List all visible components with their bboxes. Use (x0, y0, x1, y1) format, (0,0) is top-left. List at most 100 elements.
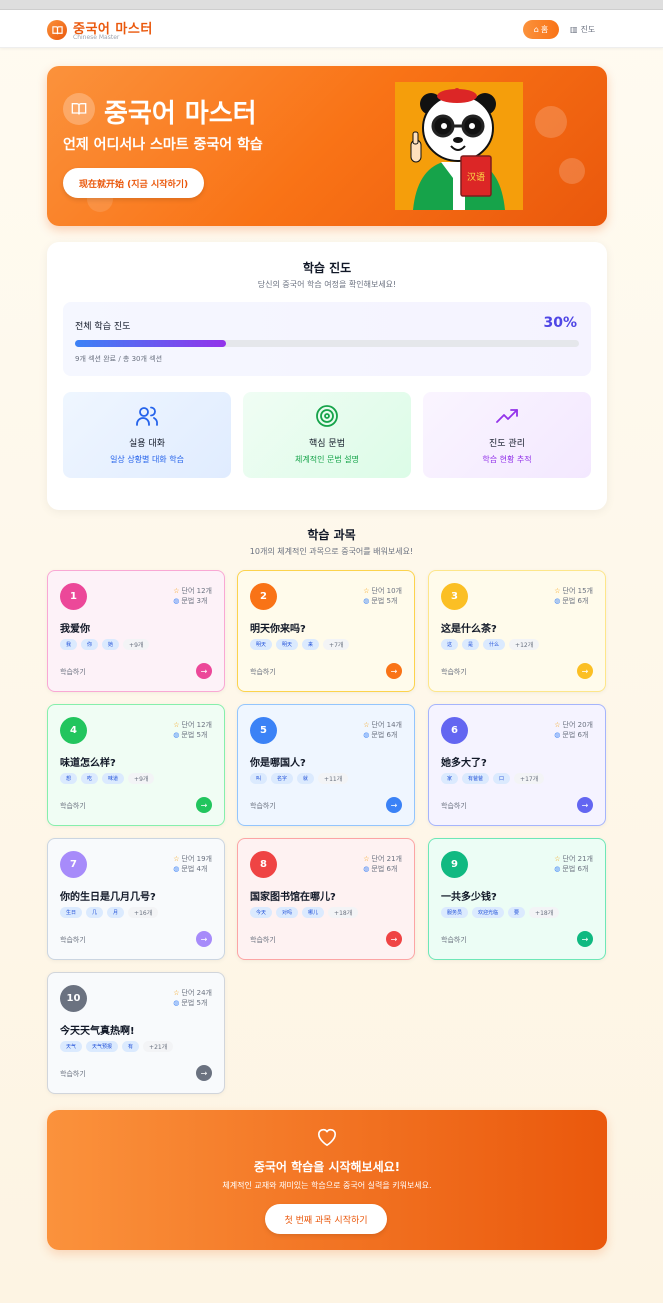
arrow-right-icon[interactable]: → (196, 1065, 212, 1081)
vocab-tag: 哪儿 (302, 907, 325, 918)
nav-progress-button[interactable]: ▥ 진도 (570, 20, 595, 39)
vocab-tag: 就 (297, 773, 315, 784)
course-card[interactable]: 1 ☆ 단어 12개 ◍ 문법 3개 我爱你 我 你 她 +9개 학습하기 → (47, 570, 225, 692)
vocab-tags: 天气 天气预报 有 +21개 (60, 1041, 174, 1052)
grammar-count: 문법 5개 (371, 597, 398, 605)
course-number-badge: 6 (441, 717, 468, 744)
course-number-badge: 5 (250, 717, 277, 744)
vocab-tag: 欢迎光临 (472, 907, 505, 918)
course-card[interactable]: 2 ☆ 단어 10개 ◍ 문법 5개 明天你来吗? 明天 明天 来 +7개 학습하기… (237, 570, 415, 692)
course-number: 1 (70, 591, 77, 602)
globe-icon: ◍ (554, 865, 561, 873)
arrow-right-icon[interactable]: → (577, 931, 593, 947)
vocab-tag: 明天 (250, 639, 273, 650)
course-title: 国家图书馆在哪儿? (250, 892, 336, 903)
arrow-right-icon[interactable]: → (196, 931, 212, 947)
vocab-tag: 有 (122, 1041, 140, 1052)
course-card[interactable]: 9 ☆ 단어 21개 ◍ 문법 6개 一共多少钱? 服务员 欢迎光临 要 +18개 … (428, 838, 606, 960)
progress-title: 학습 진도 (302, 261, 352, 275)
progress-subtitle: 당신의 중국어 학습 여정을 확인해보세요! (257, 280, 397, 289)
arrow-right-icon[interactable]: → (577, 797, 593, 813)
star-icon: ☆ (554, 721, 561, 729)
vocab-tag: 你 (81, 639, 99, 650)
vocab-tag: 今天 (250, 907, 273, 918)
arrow-right-icon[interactable]: → (196, 797, 212, 813)
arrow-right-icon[interactable]: → (196, 663, 212, 679)
study-label: 학습하기 (441, 668, 467, 676)
nav-home-button[interactable]: ⌂ 홈 (523, 20, 559, 39)
star-icon: ☆ (554, 855, 561, 863)
course-card[interactable]: 6 ☆ 단어 20개 ◍ 문법 6개 她多大了? 家 有爸爸 口 +17개 학습하기… (428, 704, 606, 826)
vocab-tag: 天气预报 (86, 1041, 119, 1052)
more-tag-count: +17개 (514, 773, 545, 784)
study-label: 학습하기 (441, 802, 467, 810)
grammar-count: 문법 3개 (181, 597, 208, 605)
course-stats: ☆ 단어 14개 ◍ 문법 6개 (363, 720, 402, 740)
course-card[interactable]: 5 ☆ 단어 14개 ◍ 문법 6개 你是哪国人? 叫 名字 就 +11개 학습하기… (237, 704, 415, 826)
feature-conversation: 실용 대화 일상 상황별 대화 학습 (63, 392, 231, 478)
feature-title: 실용 대화 (129, 439, 165, 449)
course-number: 10 (66, 993, 81, 1004)
start-first-course-button[interactable]: 첫 번째 과목 시작하기 (265, 1204, 387, 1234)
star-icon: ☆ (173, 587, 180, 595)
study-label: 학습하기 (441, 936, 467, 944)
study-label: 학습하기 (250, 668, 276, 676)
nav-progress-label: 진도 (580, 25, 596, 34)
bar-chart-icon: ▥ (570, 25, 578, 34)
course-stats: ☆ 단어 12개 ◍ 문법 5개 (173, 720, 212, 740)
progress-detail: 9개 섹션 완료 / 총 30개 섹션 (75, 355, 163, 363)
course-card[interactable]: 8 ☆ 단어 21개 ◍ 문법 6개 国家图书馆在哪儿? 今天 对吗 哪儿 +18개… (237, 838, 415, 960)
top-nav: 중국어 마스터 Chinese Master ⌂ 홈 ▥ 진도 (0, 10, 663, 48)
course-stats: ☆ 단어 24개 ◍ 문법 5개 (173, 988, 212, 1008)
course-card[interactable]: 10 ☆ 단어 24개 ◍ 문법 5개 今天天气真热啊! 天气 天气预报 有 +21… (47, 972, 225, 1094)
browser-chrome (0, 0, 663, 10)
arrow-right-icon[interactable]: → (386, 797, 402, 813)
course-number: 7 (70, 859, 77, 870)
home-icon: ⌂ (533, 25, 539, 34)
grammar-count: 문법 6개 (371, 731, 398, 739)
vocab-tag: 是 (462, 639, 480, 650)
star-icon: ☆ (363, 587, 370, 595)
star-icon: ☆ (173, 855, 180, 863)
more-tag-count: +9개 (128, 773, 155, 784)
globe-icon: ◍ (554, 731, 561, 739)
grammar-count: 문법 5개 (181, 731, 208, 739)
start-now-button[interactable]: 现在就开始 (지금 시작하기) (63, 168, 205, 198)
course-card[interactable]: 3 ☆ 단어 15개 ◍ 문법 6개 这是什么茶? 这 是 什么 +12개 학습하기… (428, 570, 606, 692)
vocab-tag: 明天 (276, 639, 299, 650)
vocab-tag: 什么 (483, 639, 506, 650)
star-icon: ☆ (363, 855, 370, 863)
vocab-tags: 想 吃 味道 +9개 (60, 773, 155, 784)
hero-subtitle: 언제 어디서나 스마트 중국어 학습 (63, 137, 263, 153)
course-stats: ☆ 단어 19개 ◍ 문법 4개 (173, 854, 212, 874)
vocab-tag: 吃 (81, 773, 99, 784)
study-label: 학습하기 (60, 802, 86, 810)
course-card[interactable]: 4 ☆ 단어 12개 ◍ 문법 5개 味道怎么样? 想 吃 味道 +9개 학습하기 … (47, 704, 225, 826)
more-tag-count: +12개 (509, 639, 540, 650)
course-number-badge: 2 (250, 583, 277, 610)
vocab-tag: 生日 (60, 907, 83, 918)
study-label: 학습하기 (60, 668, 86, 676)
panda-mascot-image: 汉语 (395, 82, 523, 210)
course-number-badge: 10 (60, 985, 87, 1012)
arrow-right-icon[interactable]: → (386, 663, 402, 679)
vocab-tag: 要 (508, 907, 526, 918)
vocab-tag: 对吗 (276, 907, 299, 918)
globe-icon: ◍ (173, 731, 180, 739)
more-tag-count: +18개 (529, 907, 560, 918)
progress-bar (75, 340, 579, 347)
globe-icon: ◍ (363, 731, 370, 739)
arrow-right-icon[interactable]: → (386, 931, 402, 947)
course-number-badge: 7 (60, 851, 87, 878)
vocab-tags: 生日 几 月 +16개 (60, 907, 159, 918)
word-count: 단어 19개 (181, 855, 212, 863)
feature-title: 핵심 문법 (309, 439, 345, 449)
course-stats: ☆ 단어 10개 ◍ 문법 5개 (363, 586, 402, 606)
course-card[interactable]: 7 ☆ 단어 19개 ◍ 문법 4개 你的生日是几月几号? 生日 几 月 +16개 … (47, 838, 225, 960)
course-number: 3 (451, 591, 458, 602)
feature-subtitle: 학습 현황 추적 (482, 455, 532, 464)
arrow-right-icon[interactable]: → (577, 663, 593, 679)
vocab-tag: 味道 (102, 773, 125, 784)
course-number: 8 (260, 859, 267, 870)
globe-icon: ◍ (173, 597, 180, 605)
